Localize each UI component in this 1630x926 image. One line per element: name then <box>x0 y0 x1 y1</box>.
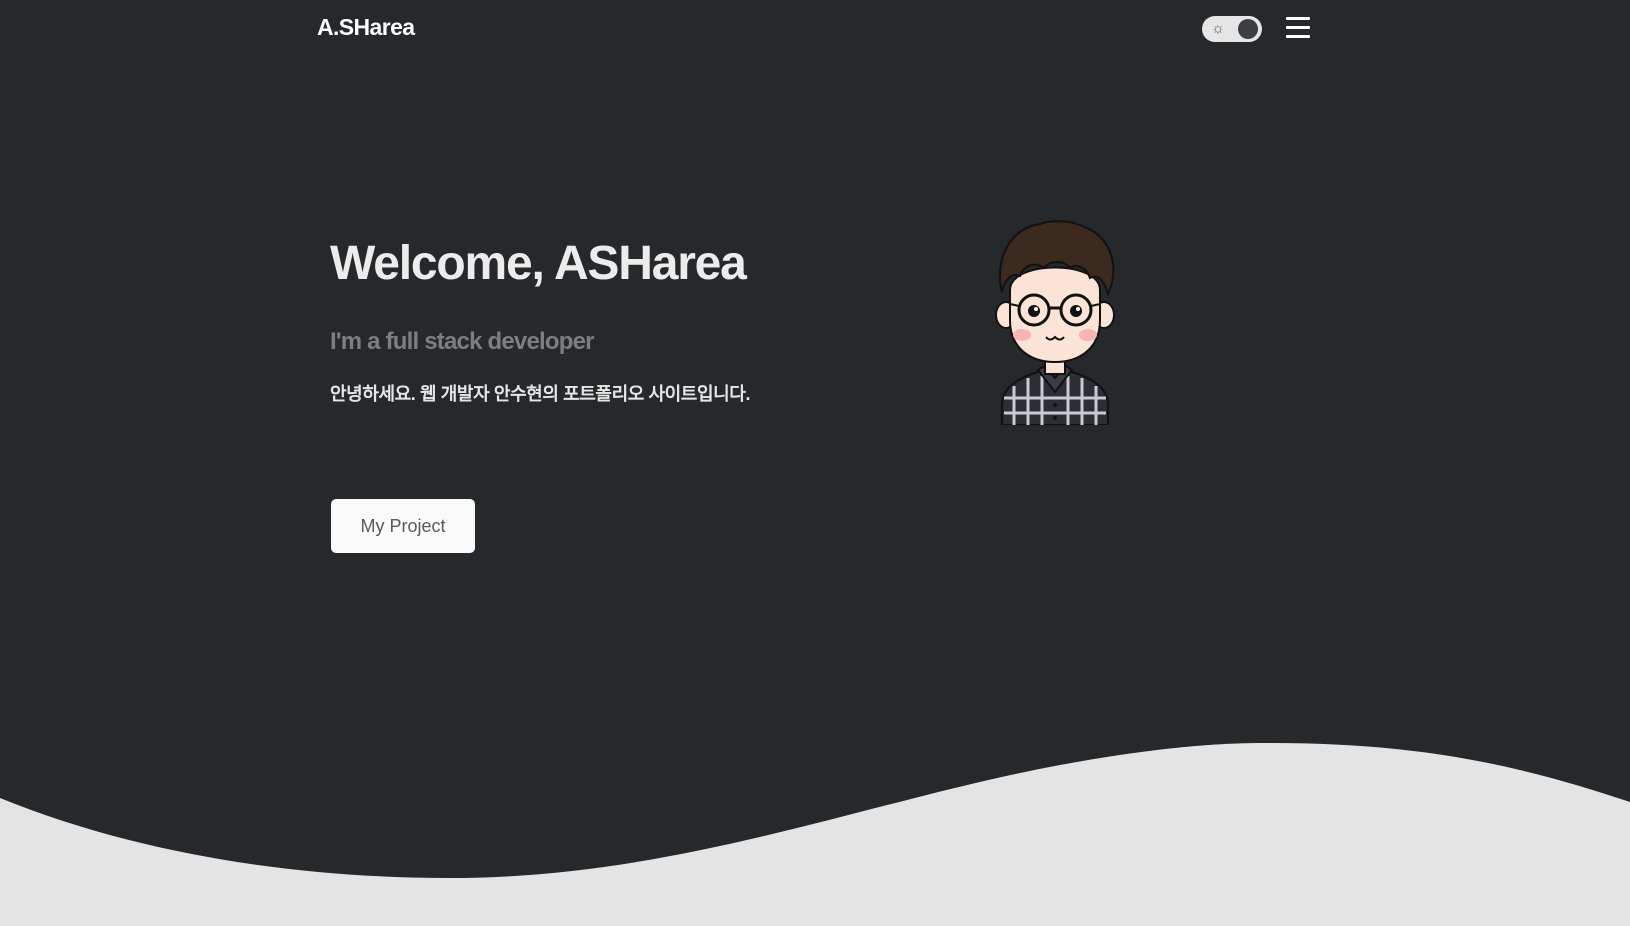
hero-intro: 안녕하세요. 웹 개발자 안수현의 포트폴리오 사이트입니다. <box>330 384 751 404</box>
hamburger-menu-icon[interactable] <box>1286 17 1310 39</box>
toggle-knob <box>1238 19 1258 39</box>
site-logo[interactable]: A.SHarea <box>317 14 415 41</box>
hero-title: Welcome, ASHarea <box>330 237 747 290</box>
sun-icon: ☼ <box>1211 20 1225 37</box>
menu-bar <box>1286 35 1310 38</box>
theme-toggle[interactable]: ☼ <box>1202 16 1262 42</box>
bottom-wave <box>0 743 1630 926</box>
hero-subtitle: I'm a full stack developer <box>330 328 594 355</box>
my-project-button[interactable]: My Project <box>331 499 475 553</box>
page: A.SHarea ☼ Welcome, ASHarea I'm a full s… <box>0 0 1630 926</box>
menu-bar <box>1286 26 1310 29</box>
menu-bar <box>1286 17 1310 20</box>
developer-avatar-illustration <box>995 220 1115 425</box>
